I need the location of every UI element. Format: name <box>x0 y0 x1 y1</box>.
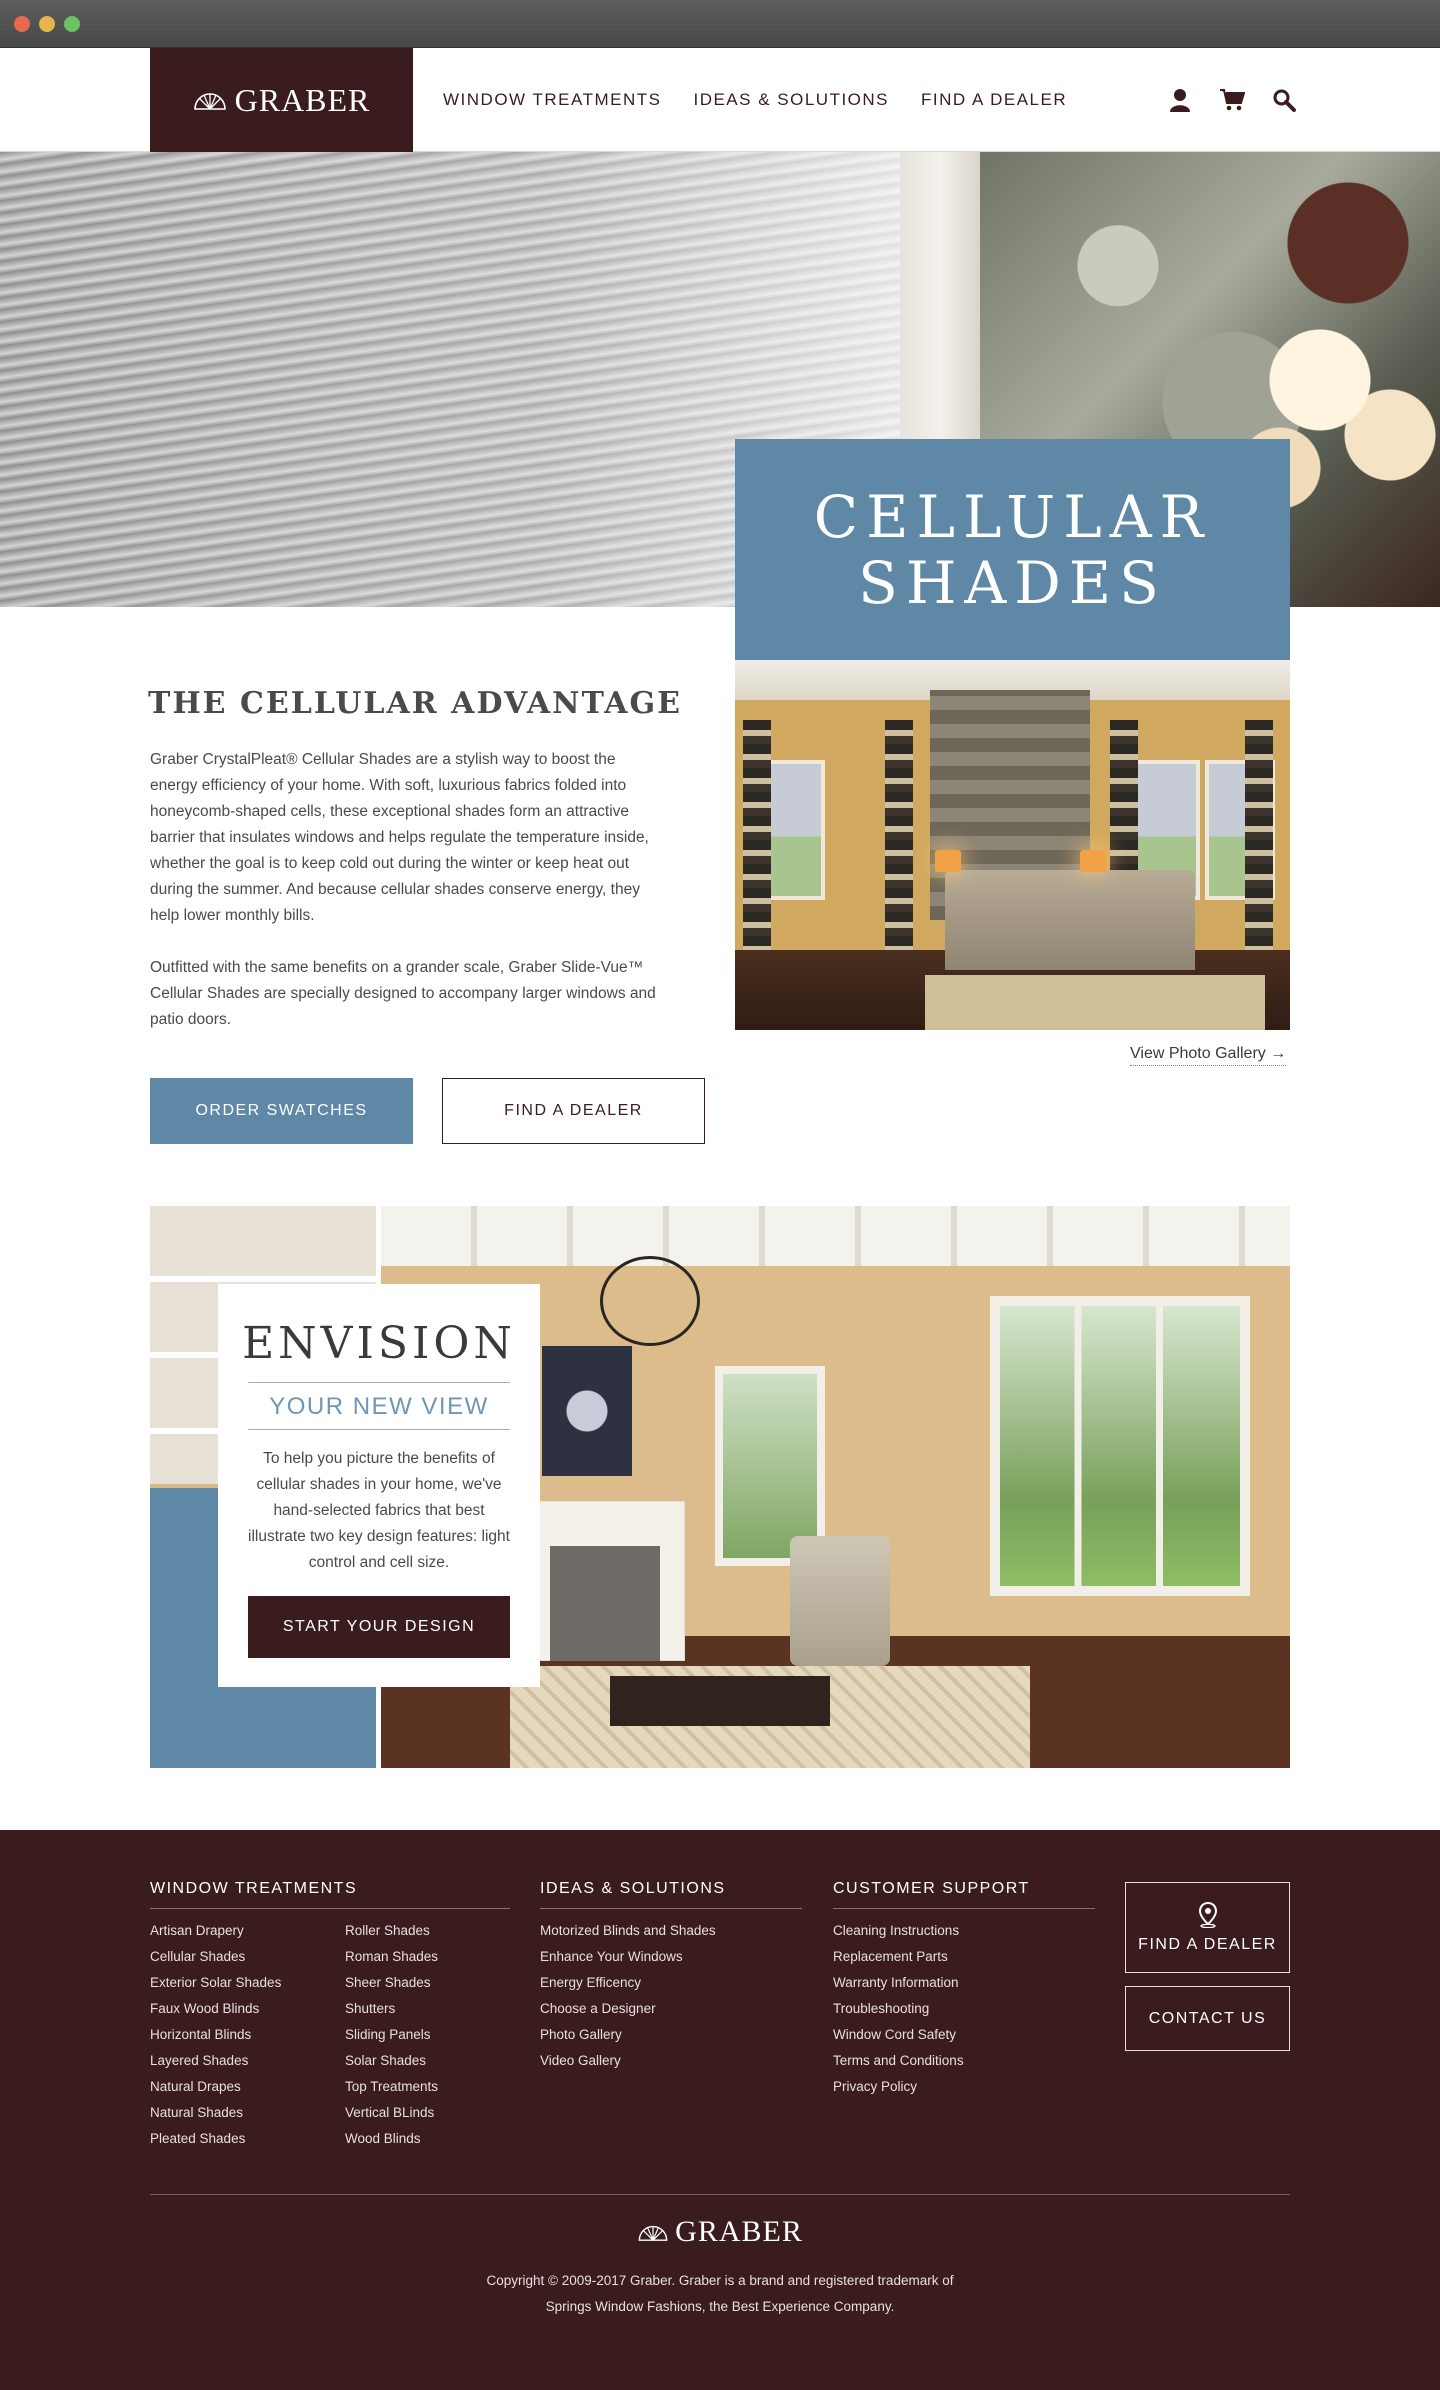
envision-rule <box>248 1382 510 1383</box>
copyright-line-1: Copyright © 2009-2017 Graber. Graber is … <box>486 2273 954 2288</box>
envision-rule <box>248 1429 510 1430</box>
envision-coffee-table <box>610 1676 830 1726</box>
footer-contact-us-button[interactable]: CONTACT US <box>1125 1986 1290 2051</box>
footer-link[interactable]: Layered Shades <box>150 2048 281 2074</box>
main-nav: WINDOW TREATMENTS IDEAS & SOLUTIONS FIND… <box>443 48 1067 152</box>
envision-window-right <box>990 1296 1250 1596</box>
browser-chrome <box>0 0 1440 48</box>
footer-link[interactable]: Vertical BLinds <box>345 2100 438 2126</box>
envision-chandelier <box>600 1256 700 1346</box>
header-icons <box>1166 48 1298 152</box>
footer-logo-text: GRABER <box>675 2215 803 2248</box>
start-your-design-button[interactable]: START YOUR DESIGN <box>248 1596 510 1658</box>
site-header: GRABER WINDOW TREATMENTS IDEAS & SOLUTIO… <box>0 48 1440 152</box>
footer-window-treatments-heading: WINDOW TREATMENTS <box>150 1880 510 1909</box>
envision-ceiling <box>381 1206 1290 1266</box>
footer-link[interactable]: Wood Blinds <box>345 2126 438 2152</box>
footer-link[interactable]: Warranty Information <box>833 1970 964 1996</box>
footer-support-heading: CUSTOMER SUPPORT <box>833 1880 1095 1909</box>
nav-find-a-dealer[interactable]: FIND A DEALER <box>921 90 1067 110</box>
envision-fireplace-opening <box>550 1546 660 1661</box>
find-dealer-button[interactable]: FIND A DEALER <box>442 1078 705 1144</box>
advantage-paragraph-2: Outfitted with the same benefits on a gr… <box>150 959 656 1028</box>
footer-window-treatments-list-2: Roller Shades Roman Shades Sheer Shades … <box>345 1918 438 2152</box>
footer-link[interactable]: Photo Gallery <box>540 2022 716 2048</box>
footer-link[interactable]: Exterior Solar Shades <box>150 1970 281 1996</box>
footer-link[interactable]: Top Treatments <box>345 2074 438 2100</box>
footer-link[interactable]: Video Gallery <box>540 2048 716 2074</box>
footer-ideas-list: Motorized Blinds and Shades Enhance Your… <box>540 1918 716 2074</box>
envision-armchair <box>790 1536 890 1666</box>
view-photo-gallery-link[interactable]: View Photo Gallery → <box>1130 1045 1287 1066</box>
bedroom-photo[interactable] <box>735 660 1290 1030</box>
footer-link[interactable]: Faux Wood Blinds <box>150 1996 281 2022</box>
nav-window-treatments[interactable]: WINDOW TREATMENTS <box>443 90 661 110</box>
search-icon[interactable] <box>1270 86 1298 114</box>
footer-link[interactable]: Enhance Your Windows <box>540 1944 716 1970</box>
footer-link[interactable]: Natural Shades <box>150 2100 281 2126</box>
page-title-line1: CELLULAR <box>813 482 1212 551</box>
footer-link[interactable]: Roman Shades <box>345 1944 438 1970</box>
footer-link[interactable]: Window Cord Safety <box>833 2022 964 2048</box>
logo-link[interactable]: GRABER <box>150 48 413 152</box>
page-title-line2: SHADES <box>858 548 1167 617</box>
maximize-window-button[interactable] <box>64 16 80 32</box>
footer-link[interactable]: Motorized Blinds and Shades <box>540 1918 716 1944</box>
photo-curtain <box>743 720 771 970</box>
graber-fan-icon <box>638 2225 668 2241</box>
logo-text: GRABER <box>234 81 371 118</box>
footer-link[interactable]: Shutters <box>345 1996 438 2022</box>
location-pin-icon <box>1198 1901 1217 1928</box>
advantage-paragraph-1: Graber CrystalPleat® Cellular Shades are… <box>150 751 649 924</box>
footer-link[interactable]: Sheer Shades <box>345 1970 438 1996</box>
nav-ideas-solutions[interactable]: IDEAS & SOLUTIONS <box>693 90 889 110</box>
envision-card: ENVISION YOUR NEW VIEW To help you pictu… <box>218 1284 540 1687</box>
photo-rug <box>925 975 1265 1030</box>
footer-link[interactable]: Natural Drapes <box>150 2074 281 2100</box>
footer-link[interactable]: Cleaning Instructions <box>833 1918 964 1944</box>
cart-icon[interactable] <box>1218 86 1246 114</box>
advantage-heading: THE CELLULAR ADVANTAGE <box>148 686 683 721</box>
footer-divider <box>150 2194 1290 2195</box>
photo-curtain <box>885 720 913 970</box>
photo-lamp <box>1080 850 1106 872</box>
envision-title: ENVISION <box>242 1318 516 1369</box>
footer-link[interactable]: Roller Shades <box>345 1918 438 1944</box>
footer-find-dealer-label: FIND A DEALER <box>1138 1935 1277 1953</box>
footer-find-dealer-button[interactable]: FIND A DEALER <box>1125 1882 1290 1973</box>
footer-logo[interactable]: GRABER <box>0 2215 1440 2249</box>
footer-link[interactable]: Sliding Panels <box>345 2022 438 2048</box>
copyright-line-2: Springs Window Fashions, the Best Experi… <box>545 2299 895 2314</box>
footer-link[interactable]: Artisan Drapery <box>150 1918 281 1944</box>
envision-wall-art <box>542 1346 632 1476</box>
footer-link[interactable]: Replacement Parts <box>833 1944 964 1970</box>
user-icon[interactable] <box>1166 86 1194 114</box>
envision-subtitle: YOUR NEW VIEW <box>269 1393 489 1420</box>
footer-ideas-heading: IDEAS & SOLUTIONS <box>540 1880 802 1909</box>
envision-description: To help you picture the benefits of cell… <box>248 1450 510 1571</box>
page-title-card: CELLULAR SHADES <box>735 439 1290 660</box>
photo-lamp <box>935 850 961 872</box>
footer-link[interactable]: Pleated Shades <box>150 2126 281 2152</box>
photo-bed <box>945 870 1195 970</box>
site-footer: WINDOW TREATMENTS Artisan Drapery Cellul… <box>0 1830 1440 2390</box>
footer-link[interactable]: Energy Efficency <box>540 1970 716 1996</box>
minimize-window-button[interactable] <box>39 16 55 32</box>
graber-fan-icon <box>193 93 226 110</box>
footer-link[interactable]: Cellular Shades <box>150 1944 281 1970</box>
footer-link[interactable]: Privacy Policy <box>833 2074 964 2100</box>
footer-link[interactable]: Troubleshooting <box>833 1996 964 2022</box>
copyright: Copyright © 2009-2017 Graber. Graber is … <box>0 2268 1440 2320</box>
order-swatches-button[interactable]: ORDER SWATCHES <box>150 1078 413 1144</box>
footer-link[interactable]: Terms and Conditions <box>833 2048 964 2074</box>
footer-link[interactable]: Choose a Designer <box>540 1996 716 2022</box>
footer-window-treatments-list-1: Artisan Drapery Cellular Shades Exterior… <box>150 1918 281 2152</box>
close-window-button[interactable] <box>14 16 30 32</box>
footer-link[interactable]: Solar Shades <box>345 2048 438 2074</box>
footer-link[interactable]: Horizontal Blinds <box>150 2022 281 2048</box>
footer-support-list: Cleaning Instructions Replacement Parts … <box>833 1918 964 2100</box>
photo-curtain <box>1245 720 1273 970</box>
